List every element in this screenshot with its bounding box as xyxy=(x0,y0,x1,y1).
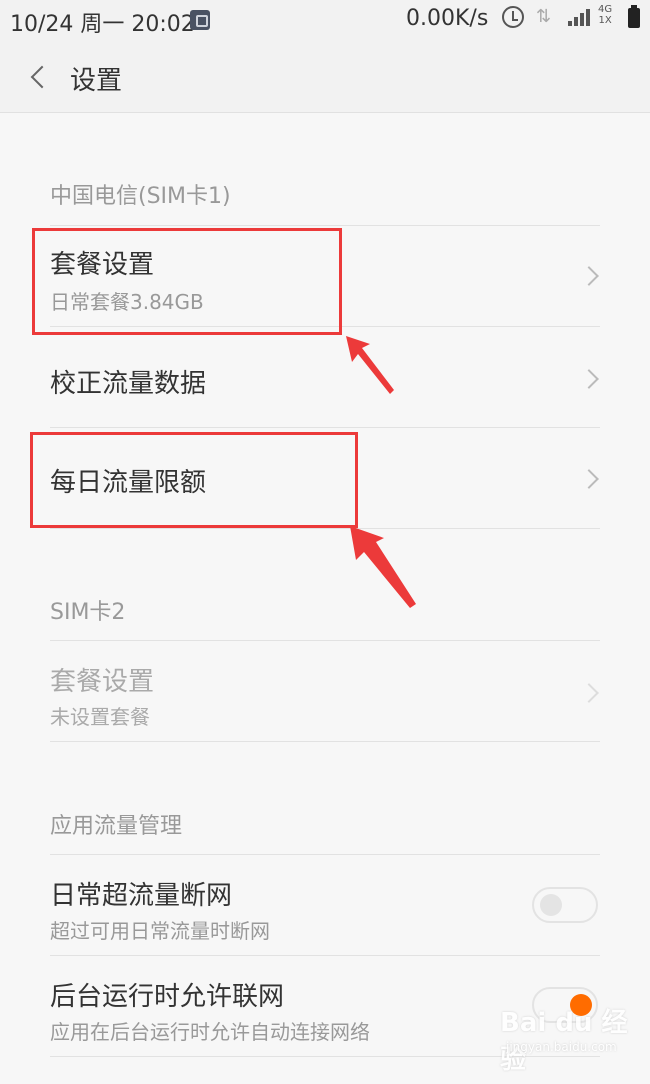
toggle-knob xyxy=(540,894,562,916)
list-item-subtitle: 未设置套餐 xyxy=(50,705,150,729)
list-item-title: 套餐设置 xyxy=(50,667,155,697)
over-limit-disconnect-toggle[interactable] xyxy=(532,887,598,923)
network-type-top: 4G xyxy=(598,4,613,15)
back-icon[interactable] xyxy=(24,60,52,92)
alarm-icon xyxy=(502,6,524,28)
chevron-right-icon xyxy=(579,683,599,703)
chevron-right-icon xyxy=(579,469,599,489)
section-label-app-traffic: 应用流量管理 xyxy=(50,814,183,839)
divider xyxy=(50,741,600,742)
battery-icon xyxy=(628,5,640,28)
status-bar: 10/24 周一 20:02 0.00K/s ⇅ 4G 1X xyxy=(0,0,650,40)
notification-icon xyxy=(190,10,210,30)
status-datetime: 10/24 周一 20:02 xyxy=(10,12,195,37)
chevron-right-icon xyxy=(579,266,599,286)
divider xyxy=(50,528,600,529)
list-item-over-limit-disconnect: 日常超流量断网 超过可用日常流量时断网 xyxy=(50,855,600,955)
list-item-title: 日常超流量断网 xyxy=(50,881,233,911)
watermark-url: jingyan.baidu.com xyxy=(506,1040,617,1054)
chevron-right-icon xyxy=(579,369,599,389)
list-item-subtitle: 应用在后台运行时允许自动连接网络 xyxy=(50,1020,370,1044)
section-label-sim2: SIM卡2 xyxy=(50,600,126,625)
signal-icon xyxy=(568,8,592,26)
app-header: 设置 xyxy=(0,40,650,113)
page-title: 设置 xyxy=(70,66,123,96)
list-item-title: 后台运行时允许联网 xyxy=(50,982,285,1012)
list-item-calibrate-data[interactable]: 校正流量数据 xyxy=(50,327,600,427)
list-item-subtitle: 超过可用日常流量时断网 xyxy=(50,919,270,943)
section-label-sim1: 中国电信(SIM卡1) xyxy=(50,184,231,209)
data-transfer-icon: ⇅ xyxy=(536,6,552,27)
watermark-logo: Bai du 经验 xyxy=(500,1008,628,1075)
network-type-icon: 4G 1X xyxy=(598,4,612,26)
list-item-sim2-plan-settings: 套餐设置 未设置套餐 xyxy=(50,641,600,741)
annotation-highlight-daily-limit xyxy=(30,432,358,528)
annotation-arrow-icon xyxy=(350,526,416,608)
network-speed: 0.00K/s xyxy=(406,6,489,31)
list-item-title: 校正流量数据 xyxy=(50,369,207,399)
network-type-bottom: 1X xyxy=(598,15,612,26)
annotation-highlight-plan-settings xyxy=(32,228,342,335)
